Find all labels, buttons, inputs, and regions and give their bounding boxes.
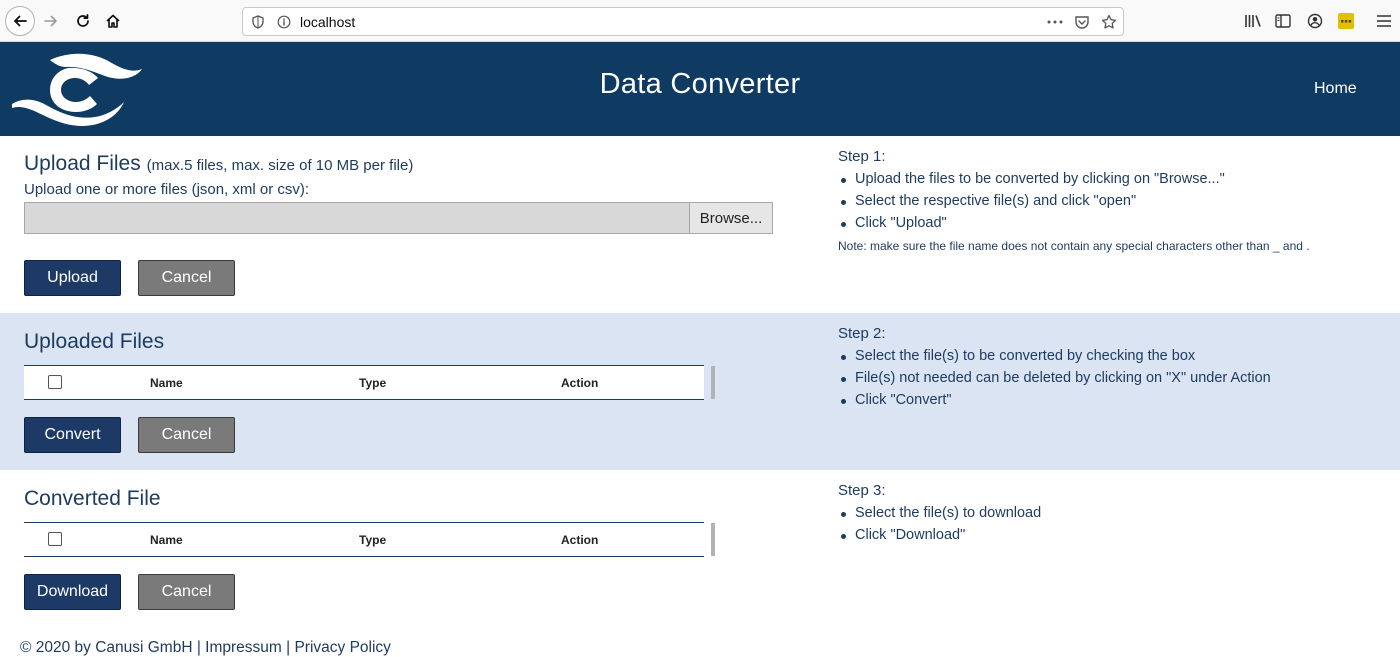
uploaded-table-header: Name Type Action xyxy=(24,365,704,400)
step-2-item: Select the file(s) to be converted by ch… xyxy=(841,346,1271,368)
upload-title-note: (max.5 files, max. size of 10 MB per fil… xyxy=(146,157,414,174)
step-3: Step 3: Select the file(s) to download C… xyxy=(838,482,1041,547)
column-name: Name xyxy=(150,533,183,547)
download-cancel-button[interactable]: Cancel xyxy=(138,574,235,610)
step-1-note: Note: make sure the file name does not c… xyxy=(838,239,1310,254)
upload-cancel-button[interactable]: Cancel xyxy=(138,260,235,296)
uploaded-title: Uploaded Files xyxy=(24,330,165,353)
upload-button[interactable]: Upload xyxy=(24,260,121,296)
column-name: Name xyxy=(150,376,183,390)
site-header: Data Converter Home xyxy=(0,42,1400,136)
convert-button[interactable]: Convert xyxy=(24,417,121,453)
column-action: Action xyxy=(561,376,599,390)
extension-icon[interactable] xyxy=(1336,11,1356,31)
column-type: Type xyxy=(359,376,387,390)
copyright: © 2020 by Canusi GmbH xyxy=(20,639,193,656)
step-1-item: Upload the files to be converted by clic… xyxy=(841,169,1310,191)
footer: © 2020 by Canusi GmbH | Impressum | Priv… xyxy=(20,639,391,657)
footer-separator: | xyxy=(192,639,206,656)
step-2-title: Step 2: xyxy=(838,325,886,342)
upload-title-text: Upload Files xyxy=(24,152,141,175)
step-2: Step 2: Select the file(s) to be convert… xyxy=(838,325,1271,411)
reload-icon[interactable] xyxy=(69,7,97,35)
home-link[interactable]: Home xyxy=(1314,80,1357,98)
upload-section: Upload Files (max.5 files, max. size of … xyxy=(0,136,1400,313)
upload-title: Upload Files (max.5 files, max. size of … xyxy=(24,152,413,176)
url-bar[interactable]: localhost xyxy=(242,7,1124,36)
converted-title: Converted File xyxy=(24,487,161,510)
table-scrollbar[interactable] xyxy=(711,523,715,556)
star-icon[interactable] xyxy=(1101,14,1117,30)
back-icon[interactable] xyxy=(5,6,35,36)
pocket-icon[interactable] xyxy=(1074,14,1090,30)
footer-separator: | xyxy=(281,639,295,656)
sidebar-icon[interactable] xyxy=(1273,11,1293,31)
menu-icon[interactable] xyxy=(1374,11,1394,31)
step-2-item: Click "Convert" xyxy=(841,390,1271,412)
browse-button[interactable]: Browse... xyxy=(689,203,772,233)
step-3-item: Click "Download" xyxy=(840,525,1041,547)
account-icon[interactable] xyxy=(1305,11,1325,31)
home-icon[interactable] xyxy=(99,7,127,35)
converted-table-header: Name Type Action xyxy=(24,522,704,557)
converted-section: Converted File Name Type Action Download… xyxy=(0,470,1400,656)
upload-label: Upload one or more files (json, xml or c… xyxy=(24,181,310,198)
impressum-link[interactable]: Impressum xyxy=(205,639,282,656)
column-action: Action xyxy=(561,533,599,547)
url-text[interactable]: localhost xyxy=(300,14,355,30)
column-type: Type xyxy=(359,533,387,547)
step-1-title: Step 1: xyxy=(838,148,886,165)
convert-cancel-button[interactable]: Cancel xyxy=(138,417,235,453)
download-button[interactable]: Download xyxy=(24,574,121,610)
step-1-item: Click "Upload" xyxy=(841,213,1310,235)
table-scrollbar[interactable] xyxy=(711,366,715,399)
step-3-title: Step 3: xyxy=(838,482,886,499)
step-1: Step 1: Upload the files to be converted… xyxy=(838,148,1310,253)
step-3-item: Select the file(s) to download xyxy=(840,503,1041,525)
browser-toolbar: localhost xyxy=(0,0,1400,42)
page-title: Data Converter xyxy=(599,68,801,100)
step-1-item: Select the respective file(s) and click … xyxy=(841,191,1310,213)
privacy-policy-link[interactable]: Privacy Policy xyxy=(294,639,390,656)
file-input[interactable]: Browse... xyxy=(24,202,773,234)
select-all-checkbox[interactable] xyxy=(48,532,62,546)
forward-icon[interactable] xyxy=(37,7,65,35)
shield-icon[interactable] xyxy=(250,14,266,30)
info-icon[interactable] xyxy=(276,14,292,30)
select-all-checkbox[interactable] xyxy=(48,375,62,389)
step-2-item: File(s) not needed can be deleted by cli… xyxy=(841,368,1271,390)
uploaded-section: Uploaded Files Name Type Action Convert … xyxy=(0,313,1400,470)
library-icon[interactable] xyxy=(1243,11,1263,31)
more-icon[interactable] xyxy=(1047,14,1063,30)
